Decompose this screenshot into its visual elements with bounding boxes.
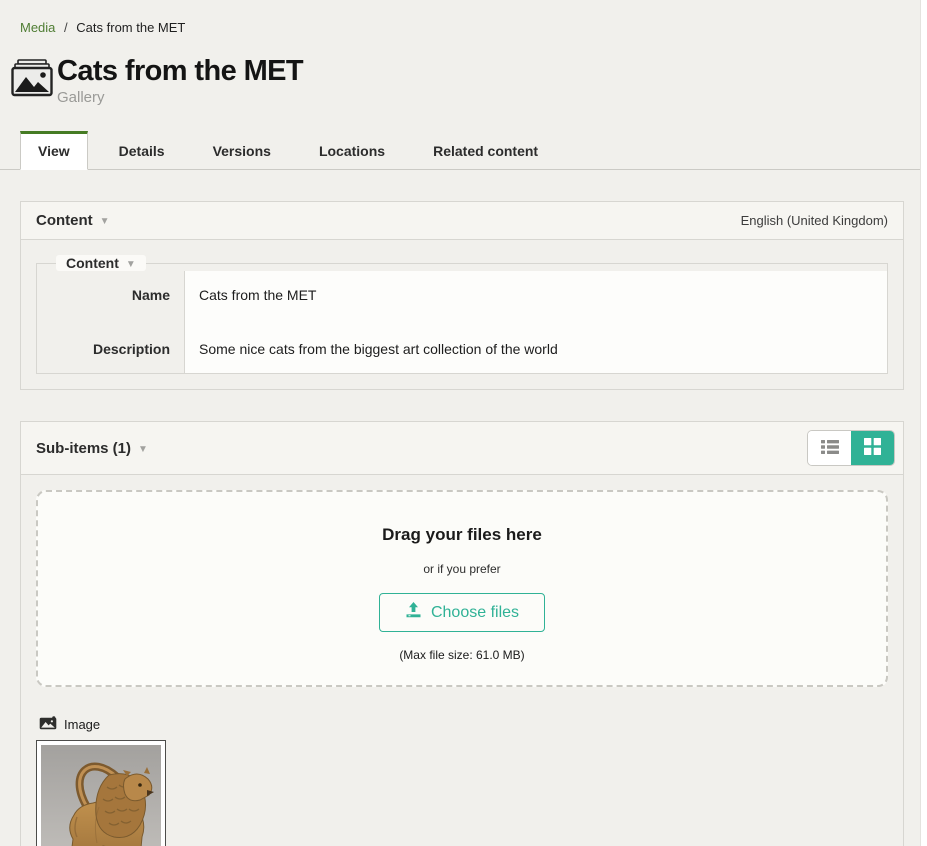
tab-related-content[interactable]: Related content — [416, 131, 555, 169]
image-type-icon — [39, 716, 57, 733]
tab-locations[interactable]: Locations — [302, 131, 402, 169]
list-view-icon — [821, 439, 839, 458]
media-gallery-page: Media / Cats from the MET Cats from the … — [0, 0, 927, 846]
field-row-name: Name Cats from the MET — [37, 271, 887, 329]
tab-versions[interactable]: Versions — [196, 131, 288, 169]
dropzone-heading: Drag your files here — [48, 525, 876, 545]
subitem-thumbnail[interactable] — [36, 740, 166, 846]
tab-details[interactable]: Details — [102, 131, 182, 169]
content-panel-heading[interactable]: Content▼ English (United Kingdom) — [21, 202, 903, 240]
upload-icon — [405, 602, 422, 623]
dropzone-subtext: or if you prefer — [48, 562, 876, 576]
lion-statue-image — [41, 745, 161, 846]
page-title-block: Cats from the MET Gallery — [57, 56, 303, 106]
content-type-label: Gallery — [57, 89, 303, 106]
subitem-type-row: Image — [39, 716, 888, 733]
tab-bar: View Details Versions Locations Related … — [0, 131, 920, 170]
content-panel-title: Content▼ — [36, 212, 110, 229]
scrollbar-track[interactable] — [920, 0, 927, 846]
page-title: Cats from the MET — [57, 56, 303, 86]
tab-view[interactable]: View — [20, 131, 88, 170]
breadcrumb-current: Cats from the MET — [76, 20, 185, 35]
content-fieldset: Content▼ Name Cats from the MET Descript… — [36, 255, 888, 374]
field-label-name: Name — [37, 271, 185, 329]
subitem-type-label: Image — [64, 717, 100, 732]
breadcrumb-separator: / — [64, 20, 68, 35]
field-value-description: Some nice cats from the biggest art coll… — [185, 329, 887, 373]
list-view-button[interactable] — [808, 431, 851, 465]
file-dropzone[interactable]: Drag your files here or if you prefer — [36, 490, 888, 687]
chevron-down-icon: ▼ — [138, 444, 148, 455]
content-panel: Content▼ English (United Kingdom) Conten… — [20, 201, 904, 390]
choose-files-label: Choose files — [431, 604, 519, 622]
breadcrumb-media-link[interactable]: Media — [20, 20, 55, 35]
max-file-size-note: (Max file size: 61.0 MB) — [48, 648, 876, 662]
gallery-icon — [11, 59, 53, 102]
chevron-down-icon: ▼ — [126, 259, 136, 270]
view-toggle-group — [807, 430, 895, 466]
field-value-name: Cats from the MET — [185, 271, 887, 329]
chevron-down-icon: ▼ — [100, 216, 110, 227]
subitems-panel-title[interactable]: Sub-items (1)▼ — [36, 440, 148, 457]
content-fieldset-legend[interactable]: Content▼ — [56, 255, 146, 271]
language-label: English (United Kingdom) — [741, 213, 888, 228]
subitems-panel: Sub-items (1)▼ — [20, 421, 904, 846]
choose-files-button[interactable]: Choose files — [379, 593, 545, 632]
grid-view-button[interactable] — [851, 431, 894, 465]
field-label-description: Description — [37, 329, 185, 373]
grid-view-icon — [864, 438, 881, 458]
content-panel-body: Content▼ Name Cats from the MET Descript… — [21, 240, 903, 389]
breadcrumb: Media / Cats from the MET — [0, 0, 927, 35]
field-row-description: Description Some nice cats from the bigg… — [37, 329, 887, 373]
page-header: Cats from the MET Gallery — [0, 35, 927, 106]
subitems-panel-heading: Sub-items (1)▼ — [21, 422, 903, 475]
subitems-panel-body: Drag your files here or if you prefer — [21, 475, 903, 846]
